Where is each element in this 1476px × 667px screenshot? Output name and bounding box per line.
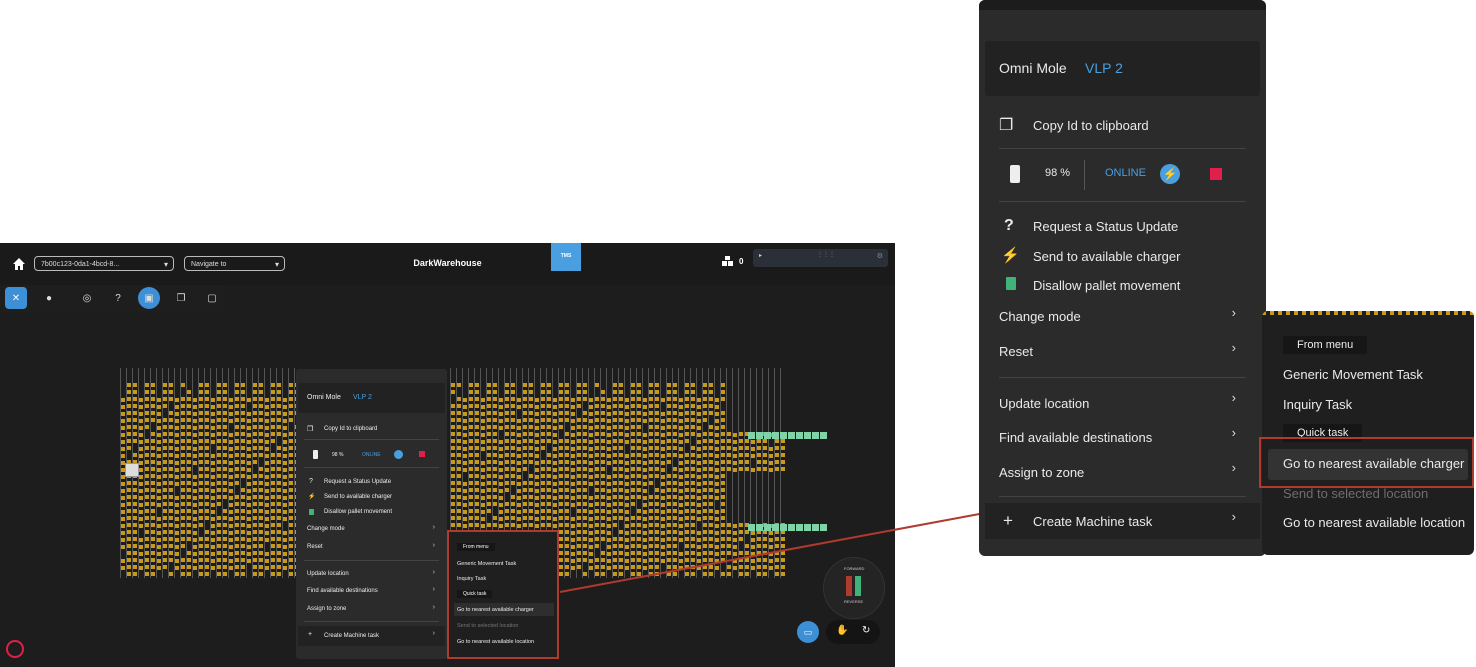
chevron-right-icon: › [1231,305,1236,320]
stop-icon[interactable] [1210,168,1222,180]
status-online: ONLINE [1105,167,1146,179]
send-charger-item[interactable]: Send to available charger [1033,249,1180,264]
divider [999,496,1246,497]
battery-icon [1010,165,1020,183]
chevron-right-icon: › [1231,509,1236,524]
divider [999,377,1246,378]
find-destinations-item[interactable]: Find available destinations [999,430,1152,445]
nearest-location-item[interactable]: Go to nearest available location [1283,515,1465,530]
zoomed-task-submenu: From menu Generic Movement Task Inquiry … [1262,311,1474,555]
battery-level: 98 % [1045,167,1071,179]
divider [1084,160,1085,190]
chevron-right-icon: › [1231,425,1236,440]
inquiry-task-item[interactable]: Inquiry Task [1283,397,1352,412]
assign-zone-item[interactable]: Assign to zone [999,465,1084,480]
robot-type: Omni Mole [999,60,1067,76]
zoomed-menu-header: Omni Mole VLP 2 [985,41,1260,96]
copy-id-item[interactable]: Copy Id to clipboard [1033,118,1149,133]
lightning-icon: ⚡ [1160,164,1180,184]
zoom-top-strip [979,0,1266,10]
disallow-pallet-item[interactable]: Disallow pallet movement [1033,278,1180,293]
plus-icon: + [1003,511,1013,530]
generic-task-item[interactable]: Generic Movement Task [1283,367,1423,382]
question-icon: ? [1004,217,1014,234]
update-location-item[interactable]: Update location [999,396,1089,411]
chevron-right-icon: › [1231,460,1236,475]
from-menu-chip: From menu [1283,336,1368,354]
create-task-item[interactable]: + Create Machine task › [985,503,1260,539]
copy-icon: ❐ [999,117,1014,134]
trash-icon [1006,277,1016,290]
bolt-icon: ⚡ [1001,247,1020,264]
highlight-frame [1259,437,1474,488]
divider [999,148,1246,149]
create-task-label: Create Machine task [1033,514,1153,529]
send-selected-item: Send to selected location [1283,486,1429,501]
request-status-item[interactable]: Request a Status Update [1033,219,1178,234]
rack-strip [1262,311,1474,315]
robot-name: VLP 2 [1085,60,1123,76]
chevron-right-icon: › [1231,390,1236,405]
zoomed-context-menu: Omni Mole VLP 2 ❐ Copy Id to clipboard 9… [979,0,1266,556]
divider [999,201,1246,202]
change-mode-item[interactable]: Change mode [999,309,1081,324]
reset-item[interactable]: Reset [999,344,1033,359]
chevron-right-icon: › [1231,340,1236,355]
